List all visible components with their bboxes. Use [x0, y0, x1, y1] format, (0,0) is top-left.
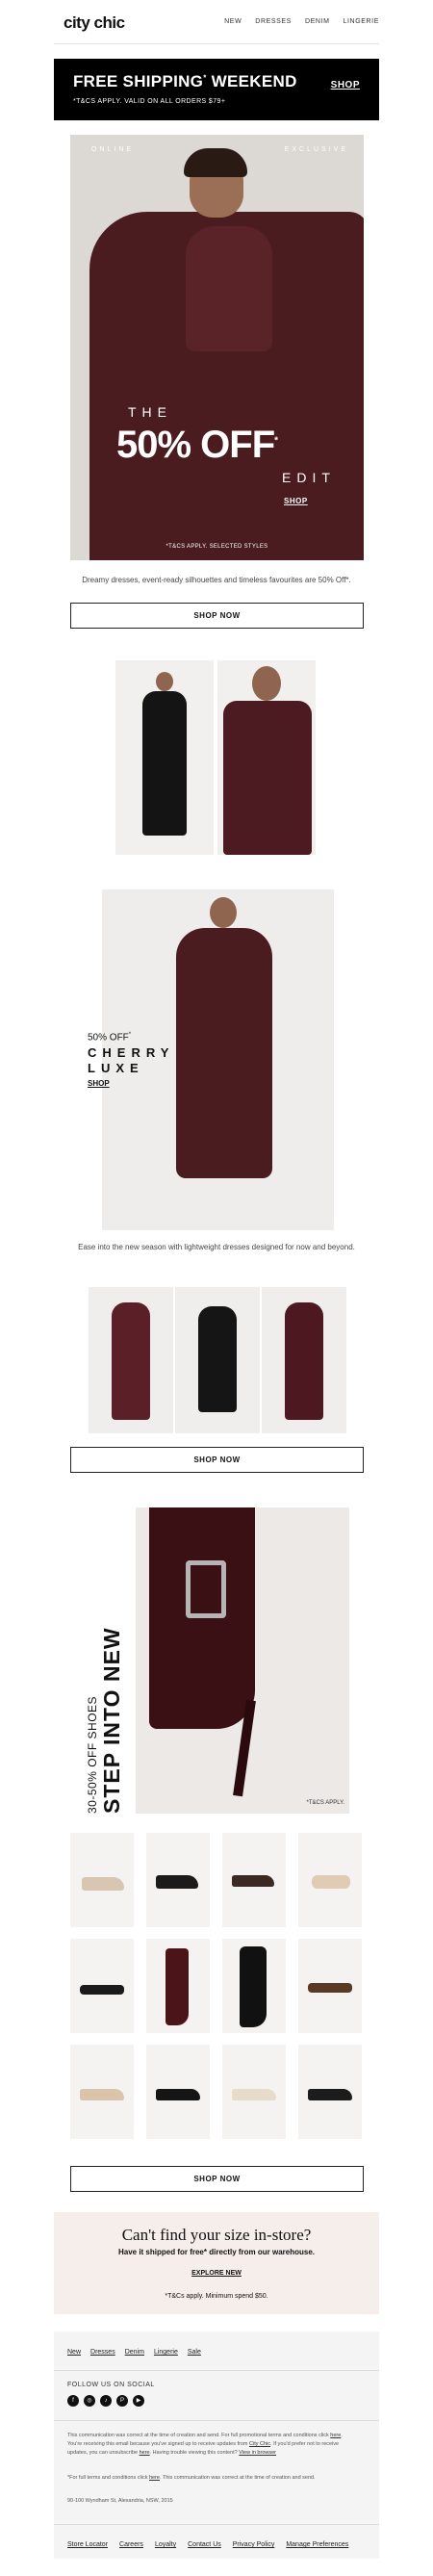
product-image-burgundy-top[interactable] [217, 660, 316, 855]
store-locator-link[interactable]: Store Locator [67, 2541, 108, 2548]
social-links: f ◎ ♪ P ▶ [67, 2395, 144, 2407]
hero-copy: Dreamy dresses, event-ready silhouettes … [82, 576, 351, 584]
contact-us-link[interactable]: Contact Us [188, 2541, 221, 2548]
shoe-card[interactable] [146, 1833, 210, 1927]
hero-edit: EDIT [282, 470, 336, 485]
nav-new[interactable]: NEW [224, 18, 242, 25]
hero-model-torso [186, 226, 272, 351]
explore-new-link[interactable]: EXPLORE NEW [54, 2270, 379, 2277]
loyalty-link[interactable]: Loyalty [155, 2541, 176, 2548]
hero-tag-online: ONLINE [91, 146, 135, 153]
youtube-icon[interactable]: ▶ [133, 2395, 144, 2407]
hero-terms: *T&CS APPLY. SELECTED STYLES [166, 544, 268, 550]
shoe-card[interactable] [146, 2045, 210, 2139]
nav-dresses[interactable]: DRESSES [255, 18, 292, 25]
shoes-discount: 30-50% OFF SHOES [86, 1695, 99, 1814]
footer-nav-dresses[interactable]: Dresses [90, 2349, 115, 2356]
manage-preferences-link[interactable]: Manage Preferences [286, 2541, 348, 2548]
shipping-shop-link[interactable]: SHOP [331, 80, 360, 90]
model-head [252, 666, 281, 701]
facebook-icon[interactable]: f [67, 2395, 79, 2407]
legal-text: This communication was correct at the ti… [67, 2433, 343, 2456]
model-head [156, 672, 173, 691]
boot-buckle [186, 1560, 226, 1618]
privacy-policy-link[interactable]: Privacy Policy [233, 2541, 275, 2548]
cherry-discount: 50% OFF* [88, 1032, 132, 1043]
footer-nav-denim[interactable]: Denim [125, 2349, 144, 2356]
hero-the: THE [128, 404, 172, 420]
hero-tag-exclusive: EXCLUSIVE [284, 146, 348, 153]
size-subtitle: Have it shipped for free* directly from … [117, 2248, 316, 2256]
instagram-icon[interactable]: ◎ [84, 2395, 95, 2407]
black-dress [142, 691, 187, 836]
address: 90-100 Wyndham St, Alexandria, NSW, 2015 [67, 2498, 173, 2504]
shop-now-button[interactable]: SHOP NOW [70, 2166, 364, 2192]
divider [54, 2420, 379, 2421]
shipping-banner[interactable]: FREE SHIPPING* WEEKEND *T&CS APPLY. VALI… [54, 59, 379, 120]
email-page: city chic NEW DRESSES DENIM LINGERIE FRE… [0, 0, 433, 2576]
tiktok-icon[interactable]: ♪ [100, 2395, 112, 2407]
footer-links: Store Locator Careers Loyalty Contact Us… [67, 2541, 348, 2548]
divider [54, 2524, 379, 2525]
model-head [210, 897, 237, 928]
shoe-card[interactable] [222, 1833, 286, 1927]
shoe-card[interactable] [298, 1939, 362, 2033]
footer-nav-sale[interactable]: Sale [188, 2349, 201, 2356]
cherry-dress [176, 928, 272, 1178]
shop-now-button[interactable]: SHOP NOW [70, 1447, 364, 1473]
burgundy-top [223, 701, 312, 855]
shoe-card[interactable] [70, 1939, 134, 2033]
nav-lingerie[interactable]: LINGERIE [344, 18, 379, 25]
shoe-card[interactable] [222, 2045, 286, 2139]
header: city chic NEW DRESSES DENIM LINGERIE [0, 0, 433, 48]
follow-label: FOLLOW US ON SOCIAL [67, 2382, 155, 2388]
product-card-1[interactable] [89, 1287, 173, 1433]
divider [54, 2370, 379, 2371]
shoe-card[interactable] [146, 1939, 210, 2033]
shipping-title: FREE SHIPPING* WEEKEND [73, 72, 297, 90]
shoe-card[interactable] [70, 2045, 134, 2139]
boot-image [149, 1507, 255, 1729]
pinterest-icon[interactable]: P [116, 2395, 128, 2407]
cherry-shop-link[interactable]: SHOP [88, 1079, 110, 1088]
shoes-terms: *T&CS APPLY. [306, 1800, 344, 1806]
product-dress [112, 1302, 150, 1420]
cherry-copy: Ease into the new season with lightweigh… [78, 1243, 355, 1251]
product-dress [285, 1302, 323, 1420]
careers-link[interactable]: Careers [119, 2541, 143, 2548]
shop-now-button[interactable]: SHOP NOW [70, 603, 364, 629]
size-banner: Can't find your size in-store? Have it s… [54, 2212, 379, 2314]
product-card-2[interactable] [175, 1287, 260, 1433]
hero-headline: 50% OFF* [116, 424, 278, 466]
shoe-card[interactable] [70, 1833, 134, 1927]
footer-nav-lingerie[interactable]: Lingerie [154, 2349, 178, 2356]
size-terms: *T&Cs apply. Minimum spend $50. [165, 2293, 268, 2300]
footer-nav-new[interactable]: New [67, 2349, 81, 2356]
shoe-card[interactable] [298, 2045, 362, 2139]
footer-nav: New Dresses Denim Lingerie Sale [67, 2349, 201, 2356]
legal-terms: *For full terms and conditions click her… [67, 2475, 316, 2481]
shoes-title: STEP INTO NEW [99, 1627, 124, 1814]
hero-shop-link[interactable]: SHOP [284, 497, 308, 505]
nav-denim[interactable]: DENIM [305, 18, 330, 25]
cherry-luxe-banner[interactable]: 50% OFF* CHERRY LUXE SHOP [70, 889, 364, 1230]
hero-banner[interactable]: ONLINE EXCLUSIVE THE 50% OFF* EDIT SHOP … [70, 135, 364, 560]
shipping-subtitle: *T&CS APPLY. VALID ON ALL ORDERS $79+ [73, 98, 226, 105]
product-image-black-dress[interactable] [115, 660, 214, 855]
cherry-title: CHERRY LUXE [88, 1045, 175, 1075]
logo[interactable]: city chic [64, 13, 125, 33]
product-dress [198, 1306, 237, 1412]
footer: New Dresses Denim Lingerie Sale FOLLOW U… [54, 2331, 379, 2559]
top-nav: NEW DRESSES DENIM LINGERIE [224, 18, 379, 25]
size-title: Can't find your size in-store? [121, 2226, 312, 2244]
shoe-card[interactable] [222, 1939, 286, 2033]
hero-model-hair [184, 148, 247, 177]
divider [54, 43, 379, 44]
product-card-3[interactable] [262, 1287, 346, 1433]
shoes-banner[interactable]: 30-50% OFF SHOES STEP INTO NEW *T&CS APP… [70, 1507, 364, 1814]
shoe-card[interactable] [298, 1833, 362, 1927]
